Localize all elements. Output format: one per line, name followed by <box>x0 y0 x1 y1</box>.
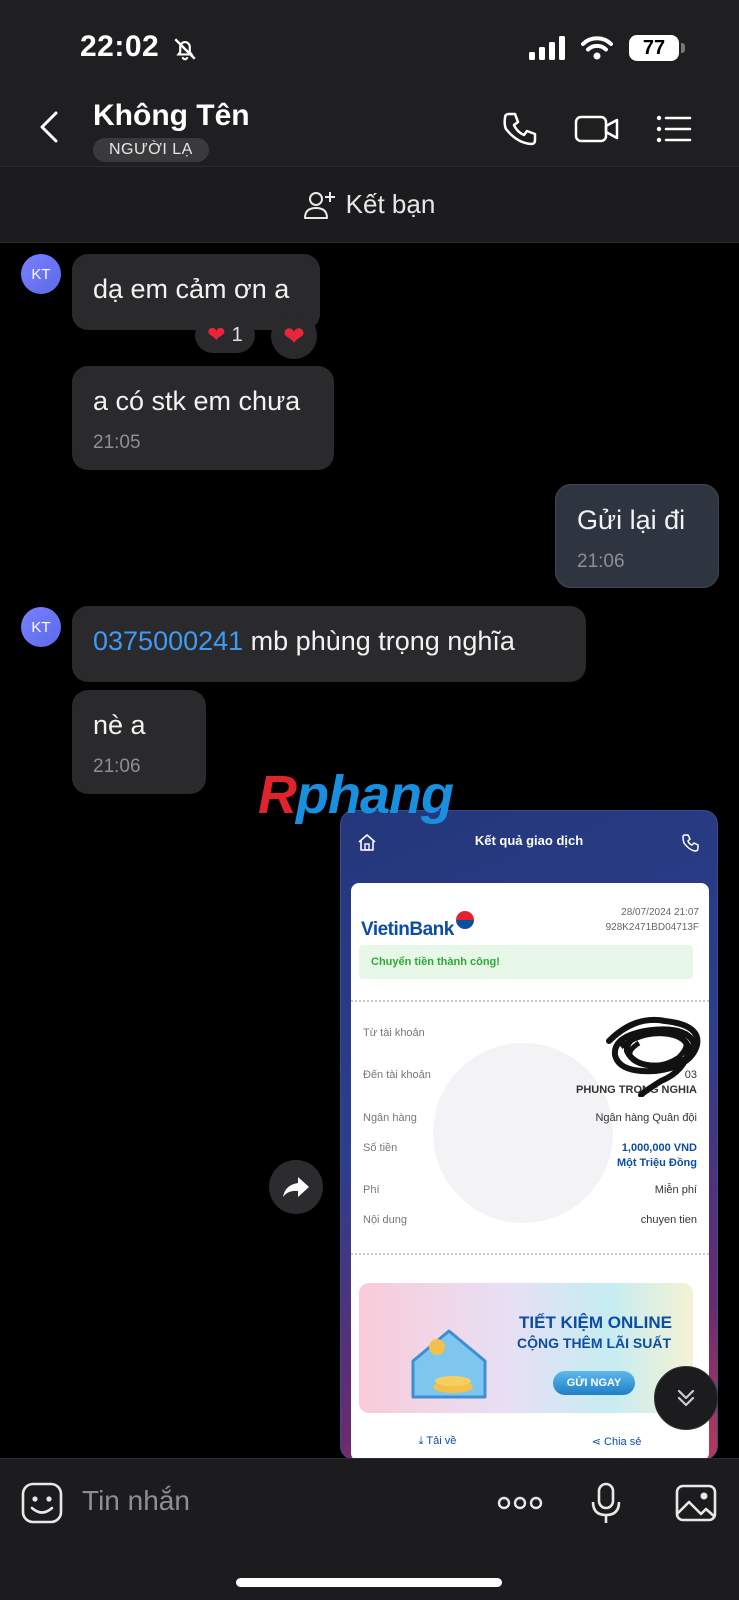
message-bubble-outgoing[interactable]: Gửi lại đi 21:06 <box>555 484 719 588</box>
content-value: chuyen tien <box>640 1214 697 1226</box>
more-options-icon[interactable] <box>496 1481 544 1525</box>
receipt-datetime: 28/07/2024 21:07 <box>621 907 699 918</box>
message-text-rest: mb phùng trọng nghĩa <box>243 626 515 656</box>
amount-value: 1,000,000 VND <box>621 1142 697 1154</box>
support-phone-icon <box>682 834 699 852</box>
message-bubble[interactable]: a có stk em chưa 21:05 <box>72 366 334 470</box>
add-friend-label: Kết bạn <box>345 189 436 219</box>
watermark-logo: Rphang <box>258 764 454 826</box>
signal-icon <box>529 36 565 60</box>
message-time: 21:05 <box>93 432 141 453</box>
receipt-image[interactable]: Kết quả giao dịch VietinBank 28/07/2024 … <box>340 810 718 1460</box>
bank-logo-mark <box>455 911 474 929</box>
phone-number-link[interactable]: 0375000241 <box>93 626 243 656</box>
add-person-icon <box>303 191 335 219</box>
contact-name[interactable]: Không Tên <box>93 99 250 133</box>
status-time: 22:02 <box>80 30 160 63</box>
watermark-text: phang <box>296 765 454 825</box>
silent-bell-icon <box>174 38 196 61</box>
bank-value: Ngân hàng Quân đội <box>595 1112 697 1124</box>
menu-list-icon[interactable] <box>654 109 694 149</box>
promo-banner[interactable]: TIẾT KIỆM ONLINE CỘNG THÊM LÃI SUẤT GỬI … <box>359 1283 693 1413</box>
share-action[interactable]: ⋖ Chia sẻ <box>592 1435 642 1448</box>
message-text: a có stk em chưa <box>93 386 301 416</box>
message-text: nè a <box>93 710 146 740</box>
back-icon[interactable] <box>36 109 64 145</box>
phone-call-icon[interactable] <box>500 109 540 149</box>
heart-icon: ❤ <box>283 320 305 351</box>
avatar[interactable]: KT <box>21 254 61 294</box>
scroll-to-bottom-button[interactable] <box>654 1366 718 1430</box>
add-friend-button[interactable]: Kết bạn <box>0 167 739 243</box>
sticker-icon[interactable] <box>20 1481 64 1525</box>
home-indicator[interactable] <box>236 1578 502 1587</box>
stranger-badge: NGƯỜI LẠ <box>93 138 209 162</box>
to-account-label: Đến tài khoản <box>363 1069 431 1081</box>
image-gallery-icon[interactable] <box>674 1481 718 1525</box>
banner-headline: TIẾT KIỆM ONLINE <box>519 1313 672 1332</box>
chat-header: Không Tên NGƯỜI LẠ <box>0 95 739 167</box>
avatar[interactable]: KT <box>21 607 61 647</box>
amount-in-words: Một Triệu Đồng <box>616 1157 697 1169</box>
reaction-button[interactable]: ❤ <box>271 313 317 359</box>
banner-subheadline: CỘNG THÊM LÃI SUẤT <box>517 1335 671 1351</box>
message-bubble[interactable]: nè a 21:06 <box>72 690 206 794</box>
reaction-summary[interactable]: ❤ 1 <box>195 317 255 353</box>
forward-button[interactable] <box>269 1160 323 1214</box>
message-text: dạ em cảm ơn a <box>93 274 290 304</box>
download-action[interactable]: ⤓ Tải về <box>419 1435 457 1448</box>
amount-label: Số tiền <box>363 1142 398 1154</box>
status-indicators: 77 <box>529 34 685 62</box>
message-text: Gửi lại đi <box>577 505 686 535</box>
battery-indicator: 77 <box>629 35 685 61</box>
redaction-scribble <box>606 1016 701 1097</box>
message-text: 0375000241 mb phùng trọng nghĩa <box>93 626 515 657</box>
download-label: Tải về <box>426 1435 457 1447</box>
transfer-status: Chuyển tiền thành công! <box>359 945 693 979</box>
message-time: 21:06 <box>577 551 625 572</box>
bank-name: VietinBank <box>361 919 454 940</box>
bank-label: Ngân hàng <box>363 1112 417 1124</box>
divider <box>351 1253 709 1255</box>
divider <box>351 1000 709 1002</box>
fee-value: Miễn phí <box>654 1184 697 1196</box>
share-label: Chia sẻ <box>604 1436 642 1448</box>
message-bubble[interactable]: 0375000241 mb phùng trọng nghĩa <box>72 606 586 682</box>
message-input[interactable]: Tin nhắn <box>82 1485 190 1517</box>
message-time: 21:06 <box>93 756 141 777</box>
wifi-icon <box>581 36 613 60</box>
reaction-count: 1 <box>231 323 243 346</box>
from-account-label: Từ tài khoản <box>363 1027 425 1039</box>
receipt-code: 928K2471BD04713F <box>605 922 699 933</box>
receipt-title: Kết quả giao dịch <box>474 833 584 848</box>
receipt-card: VietinBank 28/07/2024 21:07 928K2471BD04… <box>351 883 709 1459</box>
video-call-icon[interactable] <box>574 109 620 149</box>
content-label: Nội dung <box>363 1214 408 1226</box>
microphone-icon[interactable] <box>584 1481 628 1525</box>
banner-cta-button[interactable]: GỬI NGAY <box>553 1371 635 1395</box>
forward-arrow-icon <box>283 1177 309 1197</box>
savings-house-icon <box>411 1329 487 1399</box>
double-chevron-down-icon <box>677 1389 695 1407</box>
heart-icon: ❤ <box>207 322 226 347</box>
watermark-r: R <box>258 765 297 825</box>
status-bar: 22:02 77 <box>0 0 739 95</box>
receipt-actions: ⤓ Tải về ⋖ Chia sẻ <box>351 1435 709 1448</box>
receipt-watermark-circle <box>433 1043 613 1223</box>
bank-logo: VietinBank <box>361 911 474 941</box>
fee-label: Phí <box>363 1184 380 1196</box>
